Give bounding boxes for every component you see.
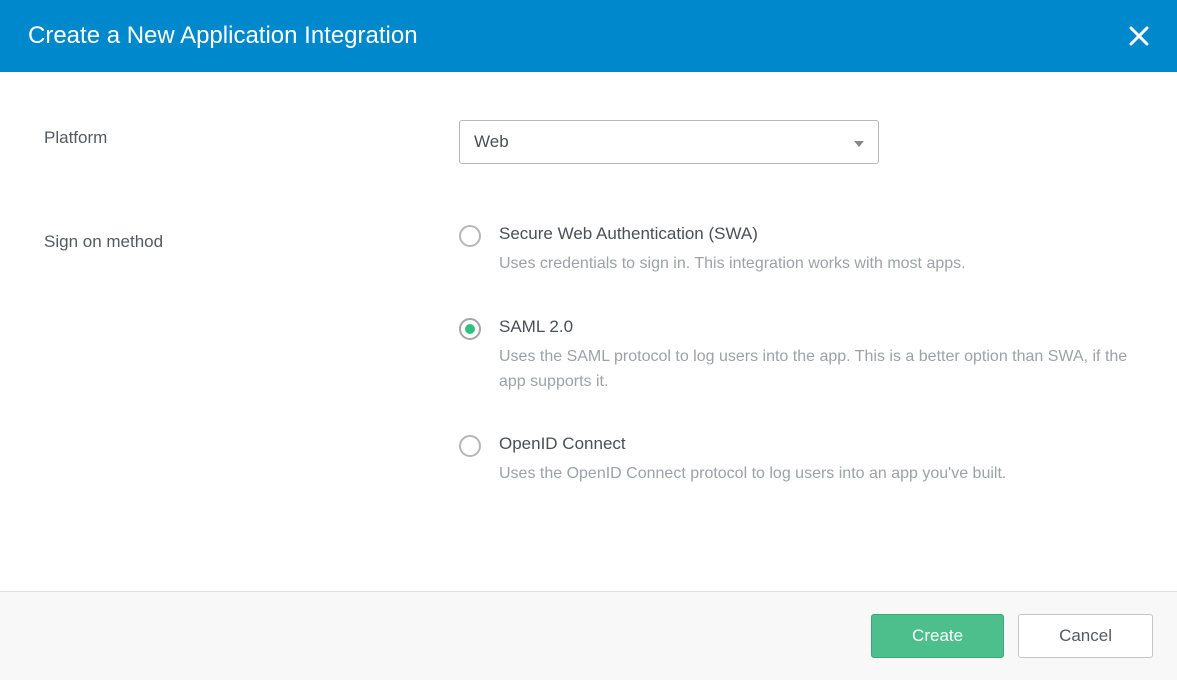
dialog-title: Create a New Application Integration bbox=[28, 22, 418, 50]
radio-oidc-label: OpenID Connect bbox=[499, 434, 1006, 454]
cancel-button[interactable]: Cancel bbox=[1018, 614, 1153, 658]
create-button[interactable]: Create bbox=[871, 614, 1004, 658]
radio-oidc[interactable] bbox=[459, 435, 481, 457]
sign-on-method-control: Secure Web Authentication (SWA) Uses cre… bbox=[459, 224, 1133, 487]
platform-label: Platform bbox=[44, 120, 459, 148]
platform-select[interactable]: Web bbox=[459, 120, 879, 164]
dialog-header: Create a New Application Integration bbox=[0, 0, 1177, 72]
dialog-footer: Create Cancel bbox=[0, 591, 1177, 680]
close-icon bbox=[1129, 26, 1149, 46]
radio-saml-description: Uses the SAML protocol to log users into… bbox=[499, 345, 1133, 395]
radio-option-swa[interactable]: Secure Web Authentication (SWA) Uses cre… bbox=[459, 224, 1133, 277]
sign-on-method-row: Sign on method Secure Web Authentication… bbox=[44, 224, 1133, 487]
dialog-body: Platform Web Sign on method bbox=[0, 72, 1177, 591]
radio-swa[interactable] bbox=[459, 225, 481, 247]
sign-on-method-label: Sign on method bbox=[44, 224, 459, 252]
radio-option-saml[interactable]: SAML 2.0 Uses the SAML protocol to log u… bbox=[459, 317, 1133, 395]
platform-row: Platform Web bbox=[44, 120, 1133, 164]
chevron-down-icon bbox=[854, 132, 864, 152]
create-app-integration-dialog: Create a New Application Integration Pla… bbox=[0, 0, 1177, 680]
platform-control: Web bbox=[459, 120, 1133, 164]
radio-option-oidc[interactable]: OpenID Connect Uses the OpenID Connect p… bbox=[459, 434, 1133, 487]
platform-select-value: Web bbox=[474, 132, 509, 152]
radio-oidc-description: Uses the OpenID Connect protocol to log … bbox=[499, 462, 1006, 487]
radio-swa-label: Secure Web Authentication (SWA) bbox=[499, 224, 966, 244]
radio-saml-label: SAML 2.0 bbox=[499, 317, 1133, 337]
radio-swa-description: Uses credentials to sign in. This integr… bbox=[499, 252, 966, 277]
radio-saml[interactable] bbox=[459, 318, 481, 340]
close-button[interactable] bbox=[1129, 26, 1149, 46]
sign-on-method-radio-group: Secure Web Authentication (SWA) Uses cre… bbox=[459, 224, 1133, 487]
